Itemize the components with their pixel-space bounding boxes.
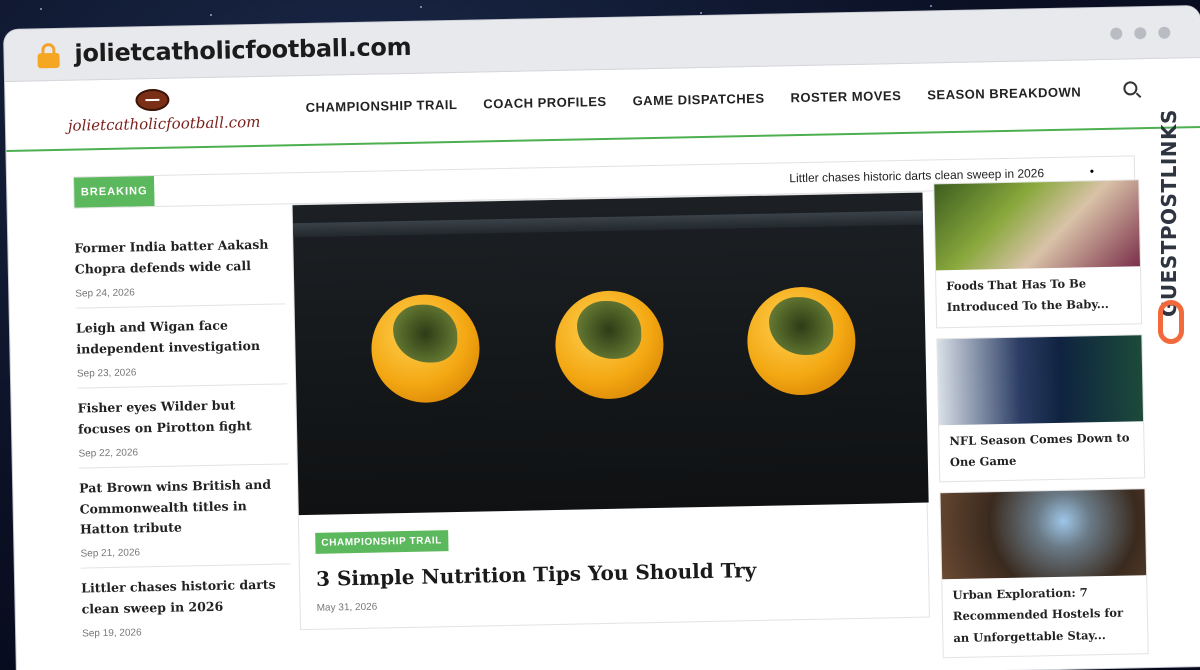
list-item-date: Sep 19, 2026 <box>82 627 142 640</box>
featured-date: May 31, 2026 <box>316 601 378 614</box>
window-dot-icon[interactable] <box>1110 27 1123 40</box>
list-item[interactable]: Former India batter Aakash Chopra defend… <box>74 224 286 309</box>
featured-title[interactable]: 3 Simple Nutrition Tips You Should Try <box>316 558 757 591</box>
card-image[interactable] <box>934 180 1140 271</box>
star <box>210 14 212 16</box>
card-title[interactable]: Foods That Has To Be Introduced To the B… <box>936 266 1141 327</box>
side-cards: Foods That Has To Be Introduced To the B… <box>933 179 1149 668</box>
article-card[interactable]: Urban Exploration: 7 Recommended Hostels… <box>939 488 1149 659</box>
link-icon <box>1158 300 1184 344</box>
card-title[interactable]: Urban Exploration: 7 Recommended Hostels… <box>942 575 1148 657</box>
nav-item-championship-trail[interactable]: CHAMPIONSHIP TRAIL <box>305 97 457 115</box>
article-card[interactable]: NFL Season Comes Down to One Game <box>936 333 1146 483</box>
featured-image[interactable] <box>292 192 929 516</box>
nav-item-coach-profiles[interactable]: COACH PROFILES <box>483 94 607 111</box>
list-item-title[interactable]: Fisher eyes Wilder but focuses on Pirott… <box>77 394 288 442</box>
browser-window: jolietcatholicfootball.com jolietcatholi… <box>4 5 1200 670</box>
star <box>930 5 932 7</box>
list-item-title[interactable]: Former India batter Aakash Chopra defend… <box>74 234 285 283</box>
list-item-title[interactable]: Leigh and Wigan face independent investi… <box>76 314 287 362</box>
window-controls <box>1110 26 1171 40</box>
list-item-date: Sep 23, 2026 <box>76 367 137 380</box>
list-item-date: Sep 21, 2026 <box>80 547 141 560</box>
star <box>700 12 702 14</box>
star <box>40 8 42 10</box>
ticker-separator: • <box>1089 164 1095 179</box>
main-nav: CHAMPIONSHIP TRAIL COACH PROFILES GAME D… <box>305 84 1081 115</box>
watermark: GUESTPOSTLINKS <box>1154 60 1190 360</box>
nav-item-season-breakdown[interactable]: SEASON BREAKDOWN <box>927 84 1081 102</box>
nav-item-game-dispatches[interactable]: GAME DISPATCHES <box>632 91 764 109</box>
site: jolietcatholicfootball.com CHAMPIONSHIP … <box>5 58 1200 670</box>
list-item[interactable]: Leigh and Wigan face independent investi… <box>75 304 288 389</box>
star <box>420 6 422 8</box>
featured-article[interactable]: CHAMPIONSHIP TRAIL 3 Simple Nutrition Ti… <box>291 191 930 631</box>
list-item-date: Sep 22, 2026 <box>78 447 139 460</box>
list-item[interactable]: Pat Brown wins British and Commonwealth … <box>78 464 291 569</box>
article-card[interactable]: Foods That Has To Be Introduced To the B… <box>933 179 1143 328</box>
list-item[interactable]: Littler chases historic darts clean swee… <box>81 564 293 648</box>
list-item-title[interactable]: Littler chases historic darts clean swee… <box>81 574 292 622</box>
watermark-text: GUESTPOSTLINKS <box>1157 109 1181 317</box>
breaking-label: BREAKING <box>73 176 155 208</box>
list-item-date: Sep 24, 2026 <box>75 287 135 300</box>
site-logo[interactable]: jolietcatholicfootball.com <box>67 87 261 135</box>
latest-list: Former India batter Aakash Chopra defend… <box>74 224 292 648</box>
nav-item-roster-moves[interactable]: ROSTER MOVES <box>790 88 901 105</box>
category-badge[interactable]: CHAMPIONSHIP TRAIL <box>315 530 449 554</box>
search-icon[interactable] <box>1123 81 1138 96</box>
window-dot-icon[interactable] <box>1134 27 1147 40</box>
window-dot-icon[interactable] <box>1158 26 1171 39</box>
card-image[interactable] <box>937 334 1144 425</box>
football-icon <box>135 88 170 112</box>
card-image[interactable] <box>940 489 1147 580</box>
card-title[interactable]: NFL Season Comes Down to One Game <box>939 421 1144 482</box>
lock-icon <box>37 42 60 69</box>
logo-text: jolietcatholicfootball.com <box>67 112 261 135</box>
list-item[interactable]: Fisher eyes Wilder but focuses on Pirott… <box>77 384 289 469</box>
address-bar[interactable]: jolietcatholicfootball.com <box>74 33 411 68</box>
list-item-title[interactable]: Pat Brown wins British and Commonwealth … <box>79 474 290 542</box>
